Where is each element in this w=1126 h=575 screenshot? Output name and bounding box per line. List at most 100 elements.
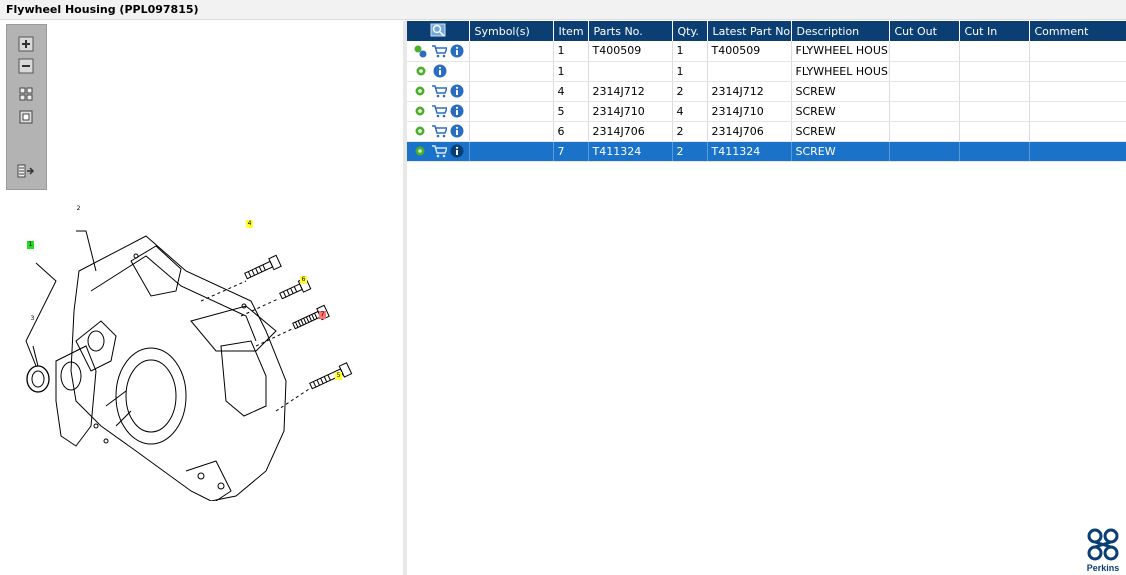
- cell-item: 4: [553, 81, 589, 102]
- cell-qty: 4: [672, 101, 708, 122]
- info-icon[interactable]: [450, 103, 465, 119]
- brand-name: Perkins: [1086, 563, 1120, 573]
- cart-icon[interactable]: [431, 103, 447, 119]
- row-actions: [407, 101, 470, 122]
- table-row-selected[interactable]: 7 T411324 2 T411324 SCREW: [407, 141, 1126, 162]
- cell-description: SCREW: [791, 121, 890, 142]
- row-actions: [407, 61, 470, 82]
- cell-parts-no: T411324: [588, 141, 673, 162]
- zoom-in-button[interactable]: [15, 34, 36, 53]
- page-title: Flywheel Housing (PPL097815): [6, 3, 199, 16]
- cell-cut-in: [959, 41, 1030, 62]
- cell-latest-part-no: 2314J706: [707, 121, 792, 142]
- gears-icon[interactable]: [413, 43, 428, 59]
- zoom-out-button[interactable]: [15, 56, 36, 75]
- cell-cut-out: [889, 121, 960, 142]
- table-row[interactable]: 1 T400509 1 T400509 FLYWHEEL HOUSING: [407, 41, 1126, 62]
- callout-7[interactable]: 7: [319, 311, 326, 319]
- zoom-in-icon: [18, 36, 33, 51]
- callout-3[interactable]: 3: [29, 315, 36, 323]
- callout-1[interactable]: 1: [27, 241, 34, 249]
- cell-parts-no: [588, 61, 673, 82]
- cell-description: SCREW: [791, 81, 890, 102]
- table-row[interactable]: 1 1 FLYWHEEL HOUSING: [407, 61, 1126, 82]
- gear-icon[interactable]: [413, 103, 428, 119]
- gear-icon[interactable]: [413, 83, 428, 99]
- info-icon[interactable]: [450, 43, 465, 59]
- callout-5[interactable]: 5: [335, 372, 342, 380]
- title-bar: Flywheel Housing (PPL097815): [0, 0, 1126, 20]
- column-header-latest-part-no[interactable]: Latest Part No.: [707, 21, 792, 41]
- cell-latest-part-no: T400509: [707, 41, 792, 62]
- row-actions: [407, 121, 470, 142]
- cell-description: FLYWHEEL HOUSING: [791, 41, 890, 62]
- callout-2[interactable]: 2: [75, 205, 82, 213]
- column-header-description[interactable]: Description: [791, 21, 890, 41]
- cell-parts-no: 2314J712: [588, 81, 673, 102]
- column-header-comment[interactable]: Comment: [1029, 21, 1126, 41]
- cell-latest-part-no: 2314J710: [707, 101, 792, 122]
- cell-symbols: [469, 61, 554, 82]
- column-header-cut-out[interactable]: Cut Out: [889, 21, 960, 41]
- cell-cut-out: [889, 41, 960, 62]
- layout-icon: [17, 164, 34, 177]
- gear-icon[interactable]: [413, 143, 428, 159]
- fit-view-icon: [19, 87, 32, 100]
- info-icon[interactable]: [450, 83, 465, 99]
- cart-icon[interactable]: [431, 43, 447, 59]
- gear-icon[interactable]: [413, 123, 428, 139]
- info-icon[interactable]: [432, 63, 448, 79]
- info-icon[interactable]: [450, 143, 465, 159]
- cell-cut-out: [889, 141, 960, 162]
- callout-4[interactable]: 4: [246, 220, 253, 228]
- gear-icon[interactable]: [413, 63, 429, 79]
- table-row[interactable]: 5 2314J710 4 2314J710 SCREW: [407, 101, 1126, 122]
- parts-list-pane: Symbol(s) Item Parts No. Qty. Latest Par…: [407, 21, 1126, 575]
- cell-comment: [1029, 81, 1126, 102]
- column-header-symbols[interactable]: Symbol(s): [469, 21, 554, 41]
- flywheel-housing-drawing: [25, 230, 353, 501]
- callout-6[interactable]: 6: [300, 276, 307, 284]
- cell-item: 1: [553, 61, 589, 82]
- table-header-row: Symbol(s) Item Parts No. Qty. Latest Par…: [407, 21, 1126, 41]
- cell-description: SCREW: [791, 101, 890, 122]
- perkins-logo-icon: [1087, 528, 1119, 561]
- cell-cut-in: [959, 141, 1030, 162]
- cell-qty: 2: [672, 81, 708, 102]
- cell-parts-no: 2314J710: [588, 101, 673, 122]
- actual-size-button[interactable]: [15, 107, 36, 126]
- cell-qty: 2: [672, 141, 708, 162]
- column-header-qty[interactable]: Qty.: [672, 21, 708, 41]
- column-header-filter[interactable]: [407, 21, 470, 41]
- cart-icon[interactable]: [431, 143, 447, 159]
- cell-item: 1: [553, 41, 589, 62]
- cell-symbols: [469, 101, 554, 122]
- fit-view-button[interactable]: [15, 84, 36, 103]
- zoom-toolbox: [6, 24, 47, 190]
- cart-icon[interactable]: [431, 83, 447, 99]
- actual-size-icon: [19, 110, 32, 123]
- cell-parts-no: T400509: [588, 41, 673, 62]
- row-actions: [407, 81, 470, 102]
- cell-qty: 2: [672, 121, 708, 142]
- zoom-out-icon: [18, 58, 33, 73]
- column-header-parts-no[interactable]: Parts No.: [588, 21, 673, 41]
- cell-cut-in: [959, 61, 1030, 82]
- cart-icon[interactable]: [431, 123, 447, 139]
- cell-cut-in: [959, 81, 1030, 102]
- cell-comment: [1029, 41, 1126, 62]
- column-header-item[interactable]: Item: [553, 21, 589, 41]
- toggle-layout-button[interactable]: [15, 161, 36, 180]
- cell-latest-part-no: 2314J712: [707, 81, 792, 102]
- info-icon[interactable]: [450, 123, 465, 139]
- table-row[interactable]: 4 2314J712 2 2314J712 SCREW: [407, 81, 1126, 102]
- illustration-pane[interactable]: 1 2 3 4 5 6 7: [0, 21, 403, 575]
- column-header-cut-in[interactable]: Cut In: [959, 21, 1030, 41]
- search-filter-icon: [430, 23, 446, 37]
- table-row[interactable]: 6 2314J706 2 2314J706 SCREW: [407, 121, 1126, 142]
- cell-description: FLYWHEEL HOUSING: [791, 61, 890, 82]
- cell-comment: [1029, 121, 1126, 142]
- perkins-logo: Perkins: [1081, 527, 1125, 575]
- cell-comment: [1029, 61, 1126, 82]
- cell-qty: 1: [672, 61, 708, 82]
